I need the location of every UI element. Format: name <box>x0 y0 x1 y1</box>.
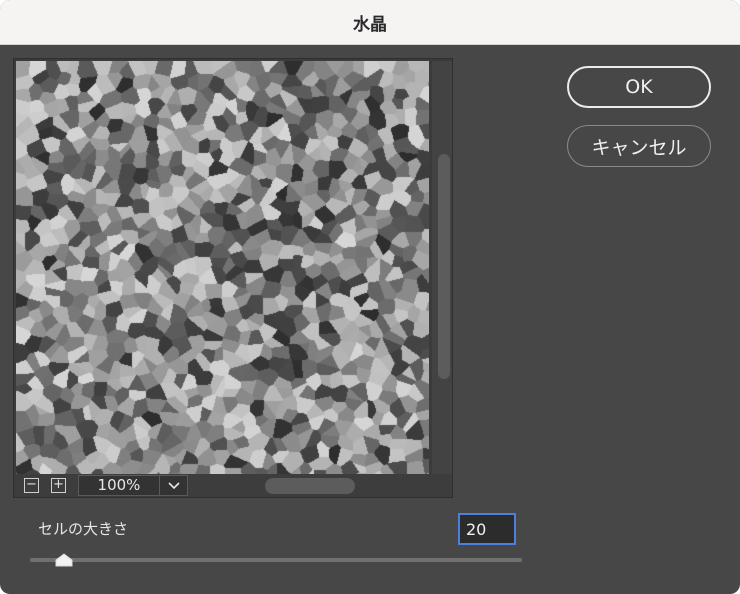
minus-square-icon: − <box>26 477 37 492</box>
cell-size-label: セルの大きさ <box>38 520 129 538</box>
cell-size-slider-track[interactable] <box>30 558 522 562</box>
vertical-scrollbar-thumb[interactable] <box>438 154 450 379</box>
cancel-button[interactable]: キャンセル <box>567 125 711 167</box>
zoom-level-select[interactable]: 100% <box>78 475 188 496</box>
zoom-in-button[interactable]: + <box>51 478 66 493</box>
filter-preview-image[interactable] <box>16 61 429 474</box>
dialog-title: 水晶 <box>353 14 387 35</box>
preview-panel: − + 100% <box>13 58 453 498</box>
zoom-level-value: 100% <box>97 476 141 494</box>
cell-size-slider-thumb[interactable] <box>55 553 73 567</box>
zoom-out-button[interactable]: − <box>24 478 39 493</box>
crystallize-dialog: 水晶 − + 100% OK キャンセル セルの大きさ <box>0 0 740 594</box>
plus-square-icon: + <box>53 477 64 492</box>
ok-button[interactable]: OK <box>567 66 711 108</box>
horizontal-scrollbar-thumb[interactable] <box>265 478 355 494</box>
chevron-down-icon[interactable] <box>160 476 187 495</box>
cell-size-input[interactable] <box>458 513 516 545</box>
title-bar[interactable]: 水晶 <box>0 0 740 45</box>
